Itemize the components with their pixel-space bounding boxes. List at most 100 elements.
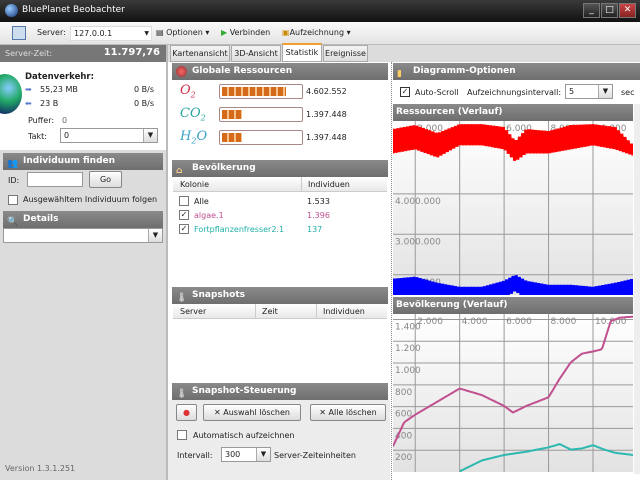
play-icon: ▶ xyxy=(221,28,228,37)
ressource-value: 1.397.448 xyxy=(306,133,347,142)
y-tick-label: 200 xyxy=(395,453,412,463)
options-icon: ▤ xyxy=(156,28,164,37)
upload-amount: 23 B xyxy=(40,99,59,108)
einheit-label: Server-Zeiteinheiten xyxy=(274,451,356,460)
kolonie-checkbox[interactable]: ✓ xyxy=(179,210,189,220)
minimize-button[interactable]: _ xyxy=(583,3,600,18)
ressource-bar-fill xyxy=(222,133,242,142)
kolonie-row[interactable]: ✓ Fortpflanzenfresser2.1 137 xyxy=(173,223,387,236)
bevoelkerung-chart: 1.4001.2001.0008006004002002.000 4.000 6.0… xyxy=(393,314,633,472)
bevoelkerung-table-header: Kolonie Individuen xyxy=(173,177,387,192)
col-server[interactable]: Server xyxy=(180,304,206,319)
x-icon: ✕ xyxy=(214,408,224,417)
thermometer-icon: 🌡 xyxy=(176,389,188,399)
aufzeichnungsintervall-label: Aufzeichnungsintervall: xyxy=(467,88,562,97)
upload-rate: 0 B/s xyxy=(134,99,154,108)
kolonie-name: Fortpflanzenfresser2.1 xyxy=(194,225,285,234)
connect-icon[interactable] xyxy=(12,26,26,40)
details-header-label: Details xyxy=(23,214,59,224)
x-tick-label: 2.000 xyxy=(417,317,443,327)
tab-ereignisse[interactable]: Ereignisse xyxy=(323,45,368,62)
follow-checkbox[interactable] xyxy=(8,195,18,205)
kolonie-count: 137 xyxy=(307,225,323,234)
server-input[interactable]: 127.0.0.1 ▼ xyxy=(70,26,152,41)
ressource-formula: O2 xyxy=(180,83,196,100)
aufzeichnung-menu[interactable]: ▣Aufzeichnung ▾ xyxy=(282,28,351,37)
y-tick-label: 1.000 xyxy=(395,366,421,376)
optionen-menu[interactable]: ▤ Optionen ▾ xyxy=(156,28,209,37)
kolonie-row[interactable]: ✓ algae.1 1.396 xyxy=(173,209,387,222)
ressource-row: O2 4.602.552 xyxy=(172,82,388,102)
title-bar: BluePlanet Beobachter _ □ ✕ xyxy=(0,0,640,22)
x-tick-label: 4.000 xyxy=(462,317,488,327)
aufzeichnungsintervall-select[interactable]: 5 ▼ xyxy=(565,84,613,99)
snapshot-steuerung-header: 🌡 Snapshot-Steuerung xyxy=(172,383,388,400)
kolonie-checkbox[interactable] xyxy=(179,196,189,206)
y-tick-label: 1.200 xyxy=(395,344,421,354)
go-button[interactable]: Go xyxy=(89,171,122,188)
people-icon: 👥 xyxy=(7,159,19,169)
puffer-value: 0 xyxy=(62,116,68,125)
globe-icon xyxy=(0,74,22,114)
house-icon: ⌂ xyxy=(176,166,183,176)
tab-statistik[interactable]: Statistik xyxy=(282,43,322,62)
intervall-select[interactable]: 300 ▼ xyxy=(221,447,271,462)
diagramm-optionen-header: ▮ Diagramm-Optionen xyxy=(393,63,640,80)
snapshots-header-label: Snapshots xyxy=(192,290,246,300)
details-select[interactable]: ▼ xyxy=(3,228,163,243)
thermometer-icon: 🌡 xyxy=(176,293,188,303)
autoscroll-label: Auto-Scroll xyxy=(415,88,459,97)
record-button[interactable]: ● xyxy=(176,404,197,421)
window-title: BluePlanet Beobachter xyxy=(22,5,125,15)
maximize-button[interactable]: □ xyxy=(601,3,618,18)
kolonie-row[interactable]: Alle 1.533 xyxy=(173,195,387,208)
bevoelkerung-verlauf-header: Bevölkerung (Verlauf) xyxy=(393,297,633,314)
chevron-down-icon: ▼ xyxy=(148,229,162,242)
x-tick-label: 8.000 xyxy=(551,317,577,327)
intervall-value: 300 xyxy=(225,450,241,459)
id-input[interactable] xyxy=(27,172,83,187)
find-header-label: Individuum finden xyxy=(23,156,116,166)
tab-3d-ansicht[interactable]: 3D-Ansicht xyxy=(231,45,281,62)
alle-loeschen-button[interactable]: ✕ Alle löschen xyxy=(310,404,386,421)
aufzeichnungsintervall-value: 5 xyxy=(569,87,575,96)
chart-icon: ▮ xyxy=(397,69,402,79)
col-individuen[interactable]: Individuen xyxy=(301,177,350,192)
datenverkehr-label: Datenverkehr: xyxy=(25,72,95,82)
toolbar: Server: 127.0.0.1 ▼ ▤ Optionen ▾ ▶ Verbin… xyxy=(0,22,640,45)
individuum-finden-header: 👥 Individuum finden xyxy=(3,153,163,170)
autoscroll-checkbox[interactable]: ✓ xyxy=(400,87,410,97)
close-button[interactable]: ✕ xyxy=(619,3,636,18)
tab-kartenansicht[interactable]: Kartenansicht xyxy=(170,45,230,62)
takt-select[interactable]: 0 ▼ xyxy=(60,128,158,143)
col-kolonie[interactable]: Kolonie xyxy=(180,177,209,192)
server-value: 127.0.0.1 xyxy=(74,29,113,38)
auswahl-loeschen-button[interactable]: ✕ Auswahl löschen xyxy=(203,404,301,421)
ressourcen-verlauf-header: Ressourcen (Verlauf) xyxy=(393,104,633,121)
globale-ressourcen-header: Globale Ressourcen xyxy=(172,63,388,80)
ressource-value: 1.397.448 xyxy=(306,110,347,119)
ressource-row: H2O 1.397.448 xyxy=(172,128,388,148)
y-tick-label: 4.000.000 xyxy=(395,197,441,207)
download-amount: 55,23 MB xyxy=(40,85,78,94)
auto-record-checkbox[interactable] xyxy=(177,430,187,440)
ressourcen-chart: 4.000.0003.000.0002.000.0002.000 4.000 6.0… xyxy=(393,121,633,295)
globe-icon xyxy=(176,66,187,77)
auto-record-label: Automatisch aufzeichnen xyxy=(193,431,295,440)
ressource-formula: CO2 xyxy=(180,106,206,123)
upload-arrow-icon: ⬅ xyxy=(25,99,32,108)
app-icon xyxy=(5,4,18,17)
bevoelkerung-header: ⌂ Bevölkerung xyxy=(172,160,388,177)
kolonie-name: Alle xyxy=(194,197,209,206)
verbinden-button[interactable]: ▶ Verbinden xyxy=(221,28,270,37)
auswahl-label: Auswahl löschen xyxy=(223,408,290,417)
puffer-label: Puffer: xyxy=(28,116,55,125)
ressourcen-header-label: Globale Ressourcen xyxy=(192,66,293,76)
kolonie-checkbox[interactable]: ✓ xyxy=(179,224,189,234)
ressource-formula: H2O xyxy=(180,129,208,146)
scrollbar[interactable] xyxy=(634,104,640,474)
col-zeit[interactable]: Zeit xyxy=(255,304,278,319)
takt-label: Takt: xyxy=(28,132,47,141)
col-individuen-snap[interactable]: Individuen xyxy=(316,304,365,319)
chart-background xyxy=(393,314,633,472)
